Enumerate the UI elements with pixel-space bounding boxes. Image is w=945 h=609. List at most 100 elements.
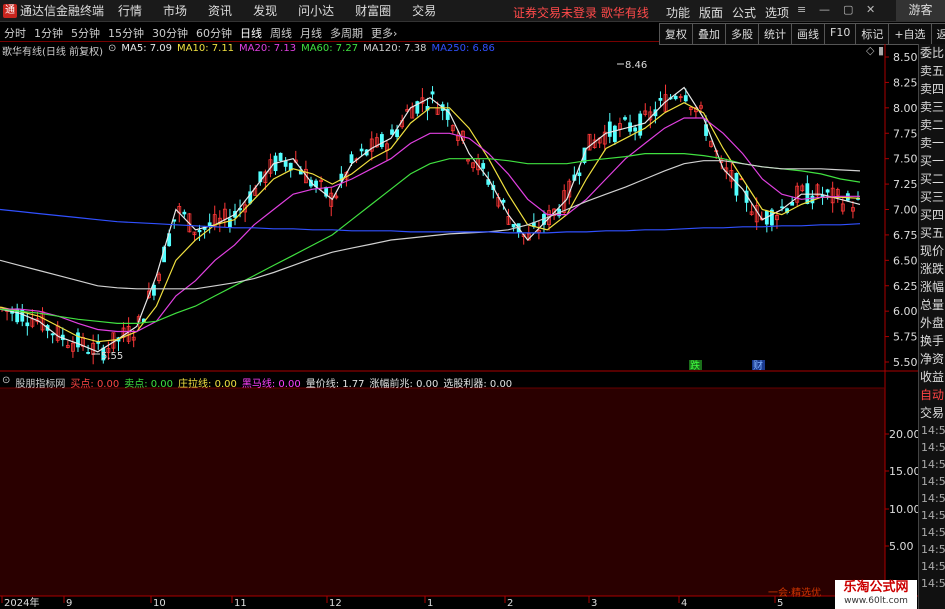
- ma250-label: MA250: 6.86: [431, 43, 495, 54]
- price-axis: 8.50 8.25 8.00 7.75 7.50 7.25 7.00 6.75 6.50 6.25…: [885, 51, 918, 369]
- candle-body: [633, 127, 638, 132]
- ma10-label: MA10: 7.11: [177, 43, 235, 54]
- tick-time: 14:56: [921, 441, 945, 454]
- side-bid1[interactable]: 买一: [919, 152, 945, 170]
- candle-body: [825, 189, 830, 193]
- price-tick-label: 7.75: [893, 127, 918, 140]
- price-tick-label: 7.25: [893, 178, 918, 191]
- ma5-label: MA5: 7.09: [121, 43, 173, 54]
- candle-body: [379, 134, 384, 148]
- side-turnover[interactable]: 换手: [919, 332, 945, 350]
- side-change[interactable]: 涨跌: [919, 260, 945, 278]
- side-ask4[interactable]: 卖四: [919, 80, 945, 98]
- tick-time: 14:56: [921, 492, 945, 505]
- candle-body: [607, 121, 612, 137]
- tick-time: 14:56: [921, 577, 945, 590]
- ma20-label: MA20: 7.13: [239, 43, 297, 54]
- tick-time: 14:56: [921, 560, 945, 573]
- volume-price-label: 量价线: 1.77: [305, 379, 365, 390]
- candle-body: [50, 333, 55, 336]
- kline-chart[interactable]: 8.50 8.25 8.00 7.75 7.50 7.25 7.00 6.75 6.50 6.25…: [0, 0, 945, 609]
- side-net-assets[interactable]: 净资: [919, 350, 945, 368]
- side-bid3[interactable]: 买三: [919, 188, 945, 206]
- side-ask5[interactable]: 卖五: [919, 62, 945, 80]
- side-commission-ratio[interactable]: 委比: [919, 44, 945, 62]
- candle-body: [349, 154, 354, 163]
- side-price[interactable]: 现价: [919, 242, 945, 260]
- tick-time: 14:56: [921, 475, 945, 488]
- quote-side-panel: 委比 卖五 卖四 卖三 卖二 卖一 买一 买二 买三 买四 买五 现价 涨跌 涨…: [918, 44, 945, 609]
- tick-time: 14:56: [921, 526, 945, 539]
- candle-body: [623, 117, 627, 120]
- side-bid2[interactable]: 买二: [919, 170, 945, 188]
- moving-average-lines: [0, 86, 861, 353]
- candle-body: [25, 322, 30, 327]
- indicator-info-line: ⊙ 股朋指标网 买点: 0.00 卖点: 0.00 庄拉线: 0.00 黑马线:…: [2, 375, 512, 390]
- side-ask2[interactable]: 卖二: [919, 116, 945, 134]
- watermark-url: www.60lt.com: [844, 596, 908, 606]
- indicator-tick-label: 5.00: [889, 540, 914, 553]
- side-bid5[interactable]: 买五: [919, 224, 945, 242]
- price-tick-label: 8.00: [893, 102, 918, 115]
- ma-line-ma20: [0, 117, 860, 333]
- candle-body: [658, 97, 663, 101]
- indicator-tick-label: 10.00: [889, 503, 921, 516]
- candle-body: [182, 211, 187, 215]
- candle-body: [278, 152, 283, 161]
- date-tick-label: 12: [329, 598, 342, 609]
- ma-toggle-icon[interactable]: ⊙: [108, 43, 116, 57]
- side-change-pct[interactable]: 涨幅: [919, 278, 945, 296]
- price-tick-label: 5.75: [893, 331, 918, 344]
- candle-body: [86, 352, 91, 354]
- date-tick-label: 10: [153, 598, 166, 609]
- side-ask3[interactable]: 卖三: [919, 98, 945, 116]
- tab-trade[interactable]: 交易: [919, 404, 945, 422]
- watermark: 乐淘公式网 www.60lt.com: [835, 580, 917, 609]
- price-tick-label: 7.00: [893, 204, 918, 217]
- date-tick-label: 3: [591, 598, 597, 609]
- side-outer[interactable]: 外盘: [919, 314, 945, 332]
- candle-body: [673, 95, 678, 100]
- stock-title: 歌华有线(日线 前复权): [2, 47, 103, 58]
- side-earnings[interactable]: 收益: [919, 368, 945, 386]
- indicator-pane-bg: [0, 388, 885, 596]
- date-tick-label: 11: [234, 598, 247, 609]
- side-volume[interactable]: 总量: [919, 296, 945, 314]
- tick-time: 14:56: [921, 458, 945, 471]
- candle-body: [76, 332, 80, 348]
- candle-body: [197, 230, 202, 233]
- candle-body: [430, 91, 435, 95]
- candle-body: [152, 284, 156, 296]
- ma120-label: MA120: 7.38: [363, 43, 427, 54]
- fall-mark: 跌: [690, 359, 700, 372]
- low-annotation: 5.55: [101, 351, 123, 362]
- price-tick-label: 7.50: [893, 153, 918, 166]
- dark-horse-label: 黑马线: 0.00: [241, 379, 301, 390]
- diamond-icon[interactable]: ◇: [866, 44, 874, 57]
- date-tick-label: 2: [507, 598, 513, 609]
- zhuang-line-label: 庄拉线: 0.00: [178, 379, 237, 390]
- collapse-icon[interactable]: ▮: [878, 44, 884, 57]
- watermark-side: 一会·精选优: [768, 588, 822, 599]
- indicator-name: 股朋指标网: [15, 379, 66, 390]
- candle-body: [390, 129, 394, 135]
- date-axis: 2024年 9 10 11 12 1 2 3 4 5: [1, 596, 783, 609]
- tab-auto[interactable]: 自动: [919, 386, 945, 404]
- date-tick-label: 4: [681, 598, 687, 609]
- candle-body: [780, 206, 784, 209]
- side-ask1[interactable]: 卖一: [919, 134, 945, 152]
- side-bid4[interactable]: 买四: [919, 206, 945, 224]
- candle-body: [359, 148, 364, 152]
- indicator-tick-label: 15.00: [889, 465, 921, 478]
- high-annotation: 8.46: [625, 60, 647, 71]
- price-tick-label: 8.25: [893, 76, 918, 89]
- ma-line-ma5: [0, 86, 861, 353]
- ma-info-line: 歌华有线(日线 前复权) ⊙ MA5: 7.09 MA10: 7.11 MA20…: [2, 43, 495, 58]
- indicator-settings-icon[interactable]: ⊙: [2, 375, 10, 390]
- stock-pick-label: 选股利器: 0.00: [443, 379, 513, 390]
- tick-time: 14:56: [921, 543, 945, 556]
- watermark-main: 乐淘公式网: [843, 580, 909, 595]
- candle-body: [283, 160, 288, 167]
- indicator-tick-label: 20.00: [889, 428, 921, 441]
- date-tick-label: 5: [777, 598, 783, 609]
